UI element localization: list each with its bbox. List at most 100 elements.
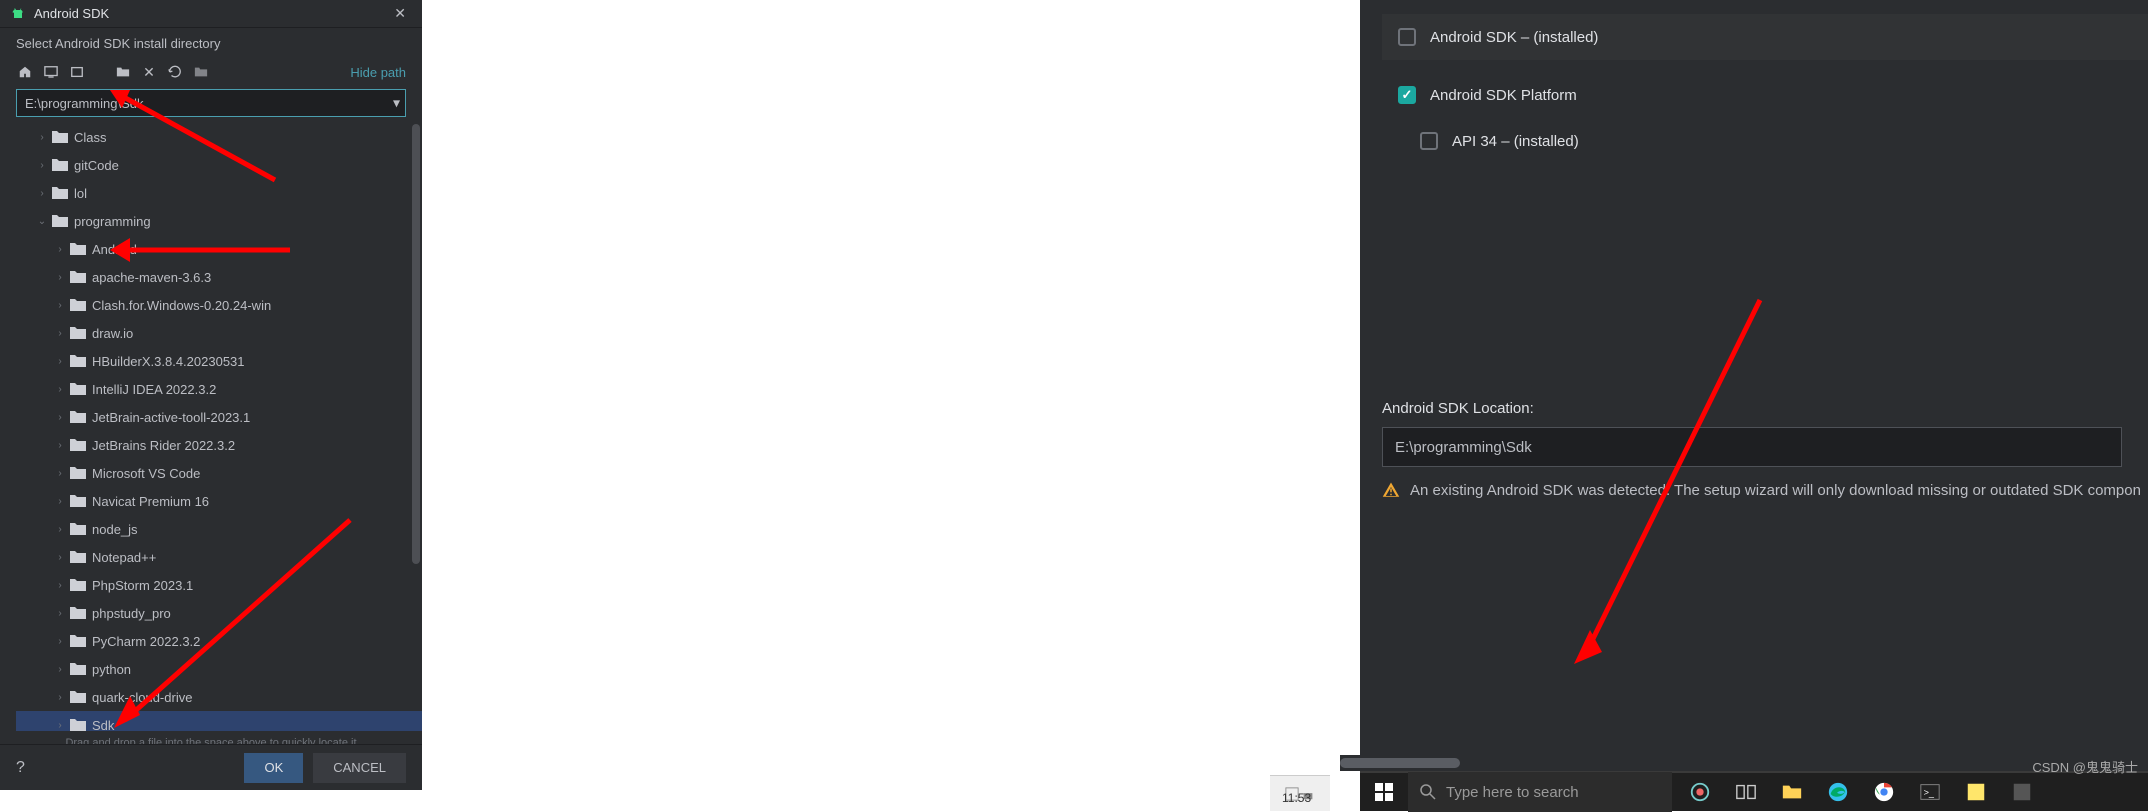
android-icon: [10, 6, 26, 22]
cancel-button[interactable]: CANCEL: [313, 753, 406, 783]
tree-item[interactable]: › Sdk: [16, 711, 422, 731]
chevron-right-icon[interactable]: ›: [34, 132, 50, 143]
tree-item[interactable]: ›HBuilderX.3.8.4.20230531: [16, 347, 422, 375]
tree-item[interactable]: › Notepad++: [16, 543, 422, 571]
show-hidden-icon[interactable]: [192, 63, 210, 81]
folder-icon: [52, 186, 68, 200]
tree-item-label: Class: [74, 130, 107, 145]
svg-text:>_: >_: [1924, 788, 1935, 798]
tree-scrollbar[interactable]: [410, 124, 420, 712]
chevron-right-icon[interactable]: ›: [52, 356, 68, 367]
tree-item[interactable]: ›Android: [16, 235, 422, 263]
sdk-select-dialog: Android SDK ✕ Select Android SDK install…: [0, 0, 422, 790]
tree-item[interactable]: › Clash.for.Windows-0.20.24-win: [16, 291, 422, 319]
chevron-right-icon[interactable]: ›: [52, 272, 68, 283]
tree-item-label: IntelliJ IDEA 2022.3.2: [92, 382, 216, 397]
chevron-down-icon[interactable]: ▾: [393, 95, 400, 112]
tree-item[interactable]: › apache-maven-3.6.3: [16, 263, 422, 291]
chevron-right-icon[interactable]: ›: [34, 160, 50, 171]
chevron-right-icon[interactable]: ›: [52, 384, 68, 395]
chevron-right-icon[interactable]: ›: [52, 580, 68, 591]
chevron-right-icon[interactable]: ›: [52, 720, 68, 731]
chevron-right-icon[interactable]: ›: [52, 636, 68, 647]
tree-item[interactable]: ›JetBrain-active-tooll-2023.1: [16, 403, 422, 431]
sdk-component-row[interactable]: Android SDK – (installed): [1382, 14, 2148, 60]
checkbox[interactable]: [1420, 132, 1438, 150]
hide-path-link[interactable]: Hide path: [350, 65, 406, 80]
project-icon[interactable]: [68, 63, 86, 81]
sdk-location-input[interactable]: [1382, 427, 2122, 467]
tree-item[interactable]: ›PhpStorm 2023.1: [16, 571, 422, 599]
chevron-right-icon[interactable]: ›: [52, 412, 68, 423]
tree-item-label: draw.io: [92, 326, 133, 341]
chevron-right-icon[interactable]: ›: [52, 244, 68, 255]
folder-tree[interactable]: ›Class›gitCode›lol⌄programming›Android›a…: [0, 121, 422, 731]
checkbox[interactable]: [1398, 86, 1416, 104]
checkbox[interactable]: [1398, 28, 1416, 46]
tree-item-label: apache-maven-3.6.3: [92, 270, 211, 285]
delete-icon[interactable]: ✕: [140, 63, 158, 81]
tree-item[interactable]: ›quark-cloud-drive: [16, 683, 422, 711]
app-sticky-icon[interactable]: [1954, 772, 1998, 812]
chevron-right-icon[interactable]: ›: [52, 300, 68, 311]
folder-icon: [70, 270, 86, 284]
chevron-right-icon[interactable]: ›: [52, 496, 68, 507]
app-generic-icon[interactable]: [2000, 772, 2044, 812]
tree-item[interactable]: › PyCharm 2022.3.2: [16, 627, 422, 655]
ok-button[interactable]: OK: [244, 753, 303, 783]
sdk-location-label: Android SDK Location:: [1382, 400, 2148, 417]
chevron-right-icon[interactable]: ›: [52, 692, 68, 703]
sdk-component-row[interactable]: API 34 – (installed): [1382, 118, 2148, 164]
tree-item[interactable]: ›Navicat Premium 16: [16, 487, 422, 515]
tree-item[interactable]: › IntelliJ IDEA 2022.3.2: [16, 375, 422, 403]
windows-taskbar: Type here to search >_ CSDN @鬼鬼骑士: [1360, 771, 2148, 811]
sdk-component-label: Android SDK – (installed): [1430, 29, 1598, 46]
tree-item[interactable]: › node_js: [16, 515, 422, 543]
right-panel-hscroll[interactable]: [1340, 755, 2148, 771]
chevron-right-icon[interactable]: ›: [52, 608, 68, 619]
home-icon[interactable]: [16, 63, 34, 81]
path-input[interactable]: [16, 89, 406, 117]
tree-item-label: JetBrains Rider 2022.3.2: [92, 438, 235, 453]
app-taskview-icon[interactable]: [1724, 772, 1768, 812]
chevron-down-icon[interactable]: ⌄: [34, 216, 50, 227]
tree-item[interactable]: ›lol: [16, 179, 422, 207]
tree-item[interactable]: ›gitCode: [16, 151, 422, 179]
chevron-right-icon[interactable]: ›: [52, 524, 68, 535]
taskbar-search-placeholder: Type here to search: [1446, 784, 1579, 801]
app-chrome-icon[interactable]: [1862, 772, 1906, 812]
tree-item[interactable]: › draw.io: [16, 319, 422, 347]
chevron-right-icon[interactable]: ›: [34, 188, 50, 199]
taskbar-search[interactable]: Type here to search: [1408, 772, 1672, 812]
sdk-component-row[interactable]: Android SDK Platform: [1382, 72, 2148, 118]
close-icon[interactable]: ✕: [388, 5, 412, 22]
tree-item[interactable]: ⌄programming: [16, 207, 422, 235]
chevron-right-icon[interactable]: ›: [52, 328, 68, 339]
folder-icon: [70, 662, 86, 676]
app-explorer-icon[interactable]: [1770, 772, 1814, 812]
chevron-right-icon[interactable]: ›: [52, 468, 68, 479]
tree-item-label: Sdk: [92, 718, 114, 732]
tree-item[interactable]: ›python: [16, 655, 422, 683]
chevron-right-icon[interactable]: ›: [52, 440, 68, 451]
new-folder-icon[interactable]: [114, 63, 132, 81]
app-terminal-icon[interactable]: >_: [1908, 772, 1952, 812]
folder-icon: [70, 242, 86, 256]
tree-item[interactable]: › JetBrains Rider 2022.3.2: [16, 431, 422, 459]
sdk-component-label: Android SDK Platform: [1430, 87, 1577, 104]
tree-item-label: PyCharm 2022.3.2: [92, 634, 200, 649]
tree-item[interactable]: › Class: [16, 123, 422, 151]
tree-item[interactable]: ›phpstudy_pro: [16, 599, 422, 627]
chevron-right-icon[interactable]: ›: [52, 552, 68, 563]
help-icon[interactable]: ?: [16, 759, 25, 777]
tree-item[interactable]: ›Microsoft VS Code: [16, 459, 422, 487]
tree-item-label: node_js: [92, 522, 138, 537]
refresh-icon[interactable]: [166, 63, 184, 81]
app-copilot-icon[interactable]: [1678, 772, 1722, 812]
desktop-icon[interactable]: [42, 63, 60, 81]
tree-item-label: Clash.for.Windows-0.20.24-win: [92, 298, 271, 313]
windows-start-button[interactable]: [1360, 772, 1408, 812]
tree-item-label: Notepad++: [92, 550, 156, 565]
chevron-right-icon[interactable]: ›: [52, 664, 68, 675]
app-edge-icon[interactable]: [1816, 772, 1860, 812]
